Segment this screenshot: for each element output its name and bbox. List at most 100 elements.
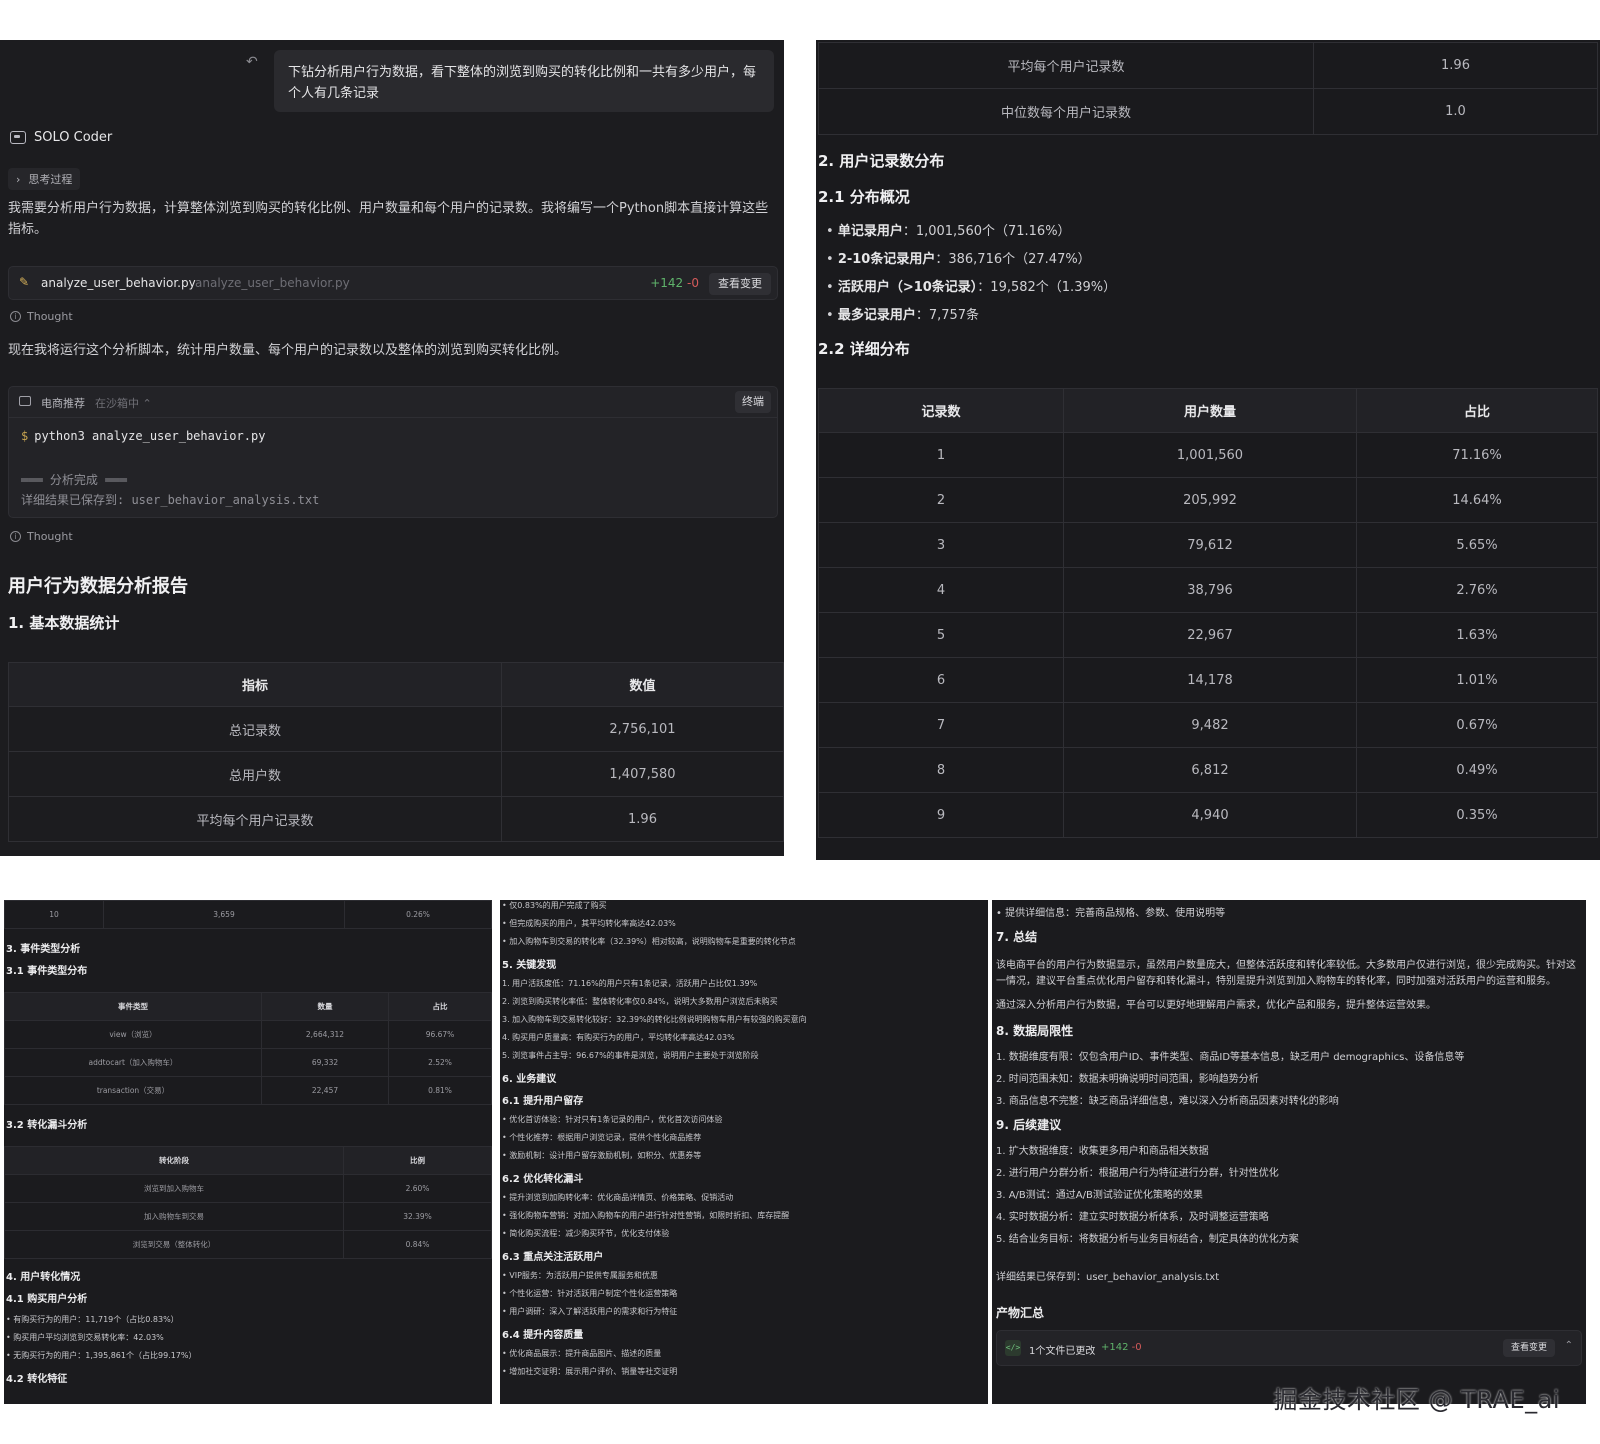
list-item: • 加入购物车到交易的转化率（32.39%）相对较高，说明购物车是重要的转化节点 — [502, 937, 796, 946]
list-item: 1. 数据维度有限：仅包含用户ID、事件类型、商品ID等基本信息，缺乏用户 de… — [996, 1052, 1465, 1063]
list-item: 4. 实时数据分析：建立实时数据分析体系，及时调整运营策略 — [996, 1212, 1269, 1223]
table-row: 中位数每个用户记录数 1.0 — [818, 88, 1598, 135]
section-heading: 3. 事件类型分析 — [6, 944, 81, 955]
list-item: • 提供详细信息：完善商品规格、参数、使用说明等 — [996, 908, 1226, 919]
list-item: • 活跃用户（>10条记录）：19,582个（1.39%） — [826, 280, 1117, 295]
info-icon: i — [10, 311, 21, 322]
section-heading: 6.3 重点关注活跃用户 — [502, 1252, 604, 1263]
table-header: 用户数量 — [1063, 388, 1357, 433]
section-heading: 4.2 转化特征 — [6, 1374, 68, 1385]
artifacts-card[interactable]: </> 1个文件已更改 +142 -0 查看变更 ⌃ — [996, 1330, 1582, 1366]
section-heading: 8. 数据局限性 — [996, 1024, 1074, 1038]
expand-icon[interactable]: ⌃ — [1565, 1340, 1573, 1351]
table-row: 6 14,178 1.01% — [818, 657, 1598, 703]
report-panel-events: 10 3,659 0.26% 3. 事件类型分析 3.1 事件类型分布 事件类型 数… — [4, 900, 492, 1404]
table-row: 总用户数 1,407,580 — [8, 751, 784, 797]
diff-stats: +142 -0 — [1101, 1342, 1142, 1353]
undo-icon[interactable]: ↶ — [246, 54, 258, 70]
table-header: 比例 — [343, 1146, 492, 1175]
agent-icon — [10, 131, 26, 144]
table-row: 1 1,001,560 71.16% — [818, 432, 1598, 478]
section-heading: 2.1 分布概况 — [818, 188, 910, 206]
section-heading: 6.1 提升用户留存 — [502, 1096, 584, 1107]
list-item: • 用户调研：深入了解活跃用户的需求和行为特征 — [502, 1307, 678, 1316]
section-heading: 3.2 转化漏斗分析 — [6, 1120, 88, 1131]
thought-toggle[interactable]: i Thought — [10, 310, 73, 323]
summary-line: 该电商平台的用户行为数据显示，虽然用户数量庞大，但整体活跃度和转化率较低。大多数… — [996, 960, 1576, 971]
view-changes-button[interactable]: 查看变更 — [709, 273, 771, 295]
table-row: 9 4,940 0.35% — [818, 792, 1598, 838]
report-panel-distribution: 平均每个用户记录数 1.96 中位数每个用户记录数 1.0 2. 用户记录数分布 2… — [816, 40, 1600, 860]
section-heading: 7. 总结 — [996, 930, 1038, 944]
section-heading: 5. 关键发现 — [502, 960, 557, 971]
thinking-toggle[interactable]: › 思考过程 — [8, 168, 81, 190]
list-item: • 最多记录用户：7,757条 — [826, 308, 980, 323]
file-name[interactable]: analyze_user_behavior.py — [41, 276, 196, 290]
summary-line: 通过深入分析用户行为数据，平台可以更好地理解用户需求，优化产品和服务，提升整体运… — [996, 1000, 1436, 1011]
terminal-output-done: ═══ 分析完成 ═══ — [21, 473, 127, 487]
table-row: 平均每个用户记录数 1.96 — [8, 796, 784, 842]
list-item: 1. 扩大数据维度：收集更多用户和商品相关数据 — [996, 1146, 1209, 1157]
agent-name: SOLO Coder — [34, 130, 113, 145]
table-row: 3 79,612 5.65% — [818, 522, 1598, 568]
sandbox-state[interactable]: 在沙箱中 ⌃ — [95, 395, 152, 411]
thought-label: Thought — [27, 530, 73, 543]
chat-panel: ↶ 下钻分析用户行为数据，看下整体的浏览到购买的转化比例和一共有多少用户，每个人… — [0, 40, 784, 856]
artifacts-heading: 产物汇总 — [996, 1306, 1045, 1320]
list-item: • 个性化推荐：根据用户浏览记录，提供个性化商品推荐 — [502, 1133, 702, 1142]
terminal-command: $ python3 analyze_user_behavior.py — [21, 429, 266, 443]
table-row: 2 205,992 14.64% — [818, 477, 1598, 523]
list-item: • 但完成购买的用户，其平均转化率高达42.03% — [502, 919, 676, 928]
watermark: 掘金技术社区 @ TRAE_ai — [1273, 1386, 1560, 1414]
list-item: • 强化购物车营销：对加入购物车的用户进行针对性营销，如限时折扣、库存提醒 — [502, 1211, 790, 1220]
list-item: 5. 浏览事件占主导：96.67%的事件是浏览，说明用户主要处于浏览阶段 — [502, 1051, 759, 1060]
list-item: • 增加社交证明：展示用户评价、销量等社交证明 — [502, 1367, 678, 1376]
table-header: 占比 — [1356, 388, 1598, 433]
file-path: analyze_user_behavior.py — [195, 276, 350, 290]
list-item: • 仅0.83%的用户完成了购买 — [502, 901, 607, 910]
section-heading: 2. 用户记录数分布 — [818, 152, 945, 170]
terminal-button[interactable]: 终端 — [735, 391, 771, 413]
saved-path: 详细结果已保存到：user_behavior_analysis.txt — [996, 1272, 1220, 1283]
table-row: 浏览到加入购物车 2.60% — [4, 1174, 492, 1203]
table-header: 指标 — [8, 662, 502, 707]
diff-stats: +142 -0 — [650, 276, 699, 290]
list-item: • 购买用户平均浏览到交易转化率：42.03% — [6, 1333, 164, 1342]
table-row: 浏览到交易（整体转化） 0.84% — [4, 1230, 492, 1259]
agent-header: SOLO Coder — [10, 130, 112, 145]
summary-line: 一情况，建议平台重点优化用户留存和转化漏斗，特别是提升浏览到加入购物车的转化率，… — [996, 976, 1556, 987]
terminal-icon — [19, 396, 31, 406]
list-item: • VIP服务：为活跃用户提供专属服务和优惠 — [502, 1271, 658, 1280]
terminal-output-saved: 详细结果已保存到: user_behavior_analysis.txt — [21, 493, 320, 507]
section-heading: 4. 用户转化情况 — [6, 1272, 81, 1283]
view-changes-button[interactable]: 查看变更 — [1503, 1339, 1555, 1357]
section-heading: 2.2 详细分布 — [818, 340, 910, 358]
table-row: 4 38,796 2.76% — [818, 567, 1598, 613]
terminal-block: 电商推荐 在沙箱中 ⌃ 终端 $ python3 analyze_user_beh… — [8, 386, 778, 518]
info-icon: i — [10, 531, 21, 542]
report-panel-summary: • 提供详细信息：完善商品规格、参数、使用说明等 7. 总结 该电商平台的用户行… — [992, 900, 1586, 1404]
table-header: 数量 — [261, 992, 389, 1021]
list-item: • 优化首访体验：针对只有1条记录的用户，优化首次访问体验 — [502, 1115, 723, 1124]
table-header: 转化阶段 — [4, 1146, 344, 1175]
agent-intro: 我需要分析用户行为数据，计算整体浏览到购买的转化比例、用户数量和每个用户的记录数… — [8, 201, 769, 237]
table-row: 平均每个用户记录数 1.96 — [818, 42, 1598, 89]
section-heading: 1. 基本数据统计 — [8, 614, 120, 632]
list-item: 4. 购买用户质量高：有购买行为的用户，平均转化率高达42.03% — [502, 1033, 735, 1042]
section-heading: 6.4 提升内容质量 — [502, 1330, 584, 1341]
list-item: 5. 结合业务目标：将数据分析与业务目标结合，制定具体的优化方案 — [996, 1234, 1299, 1245]
thought-toggle-2[interactable]: i Thought — [10, 530, 73, 543]
report-title: 用户行为数据分析报告 — [8, 576, 188, 597]
list-item: 1. 用户活跃度低：71.16%的用户只有1条记录，活跃用户占比仅1.39% — [502, 979, 758, 988]
file-change-card[interactable]: ✎ analyze_user_behavior.py analyze_user_… — [8, 266, 778, 300]
list-item: • 无购买行为的用户：1,395,861个（占比99.17%） — [6, 1351, 197, 1360]
event-type-table: 事件类型 数量 占比 view（浏览） 2,664,312 96.67% addto… — [4, 992, 492, 1105]
list-item: • 单记录用户：1,001,560个（71.16%） — [826, 224, 1071, 239]
list-item: 2. 进行用户分群分析：根据用户行为特征进行分群，针对性优化 — [996, 1168, 1279, 1179]
section-heading: 4.1 购买用户分析 — [6, 1294, 88, 1305]
funnel-table: 转化阶段 比例 浏览到加入购物车 2.60% 加入购物车到交易 32.39% 浏览到… — [4, 1146, 492, 1259]
table-row: view（浏览） 2,664,312 96.67% — [4, 1020, 492, 1049]
section-heading: 6. 业务建议 — [502, 1074, 557, 1085]
list-item: • 简化购买流程：减少购买环节，优化支付体验 — [502, 1229, 670, 1238]
list-item: 3. 加入购物车到交易转化较好：32.39%的转化比例说明购物车用户有较强的购买… — [502, 1015, 807, 1024]
